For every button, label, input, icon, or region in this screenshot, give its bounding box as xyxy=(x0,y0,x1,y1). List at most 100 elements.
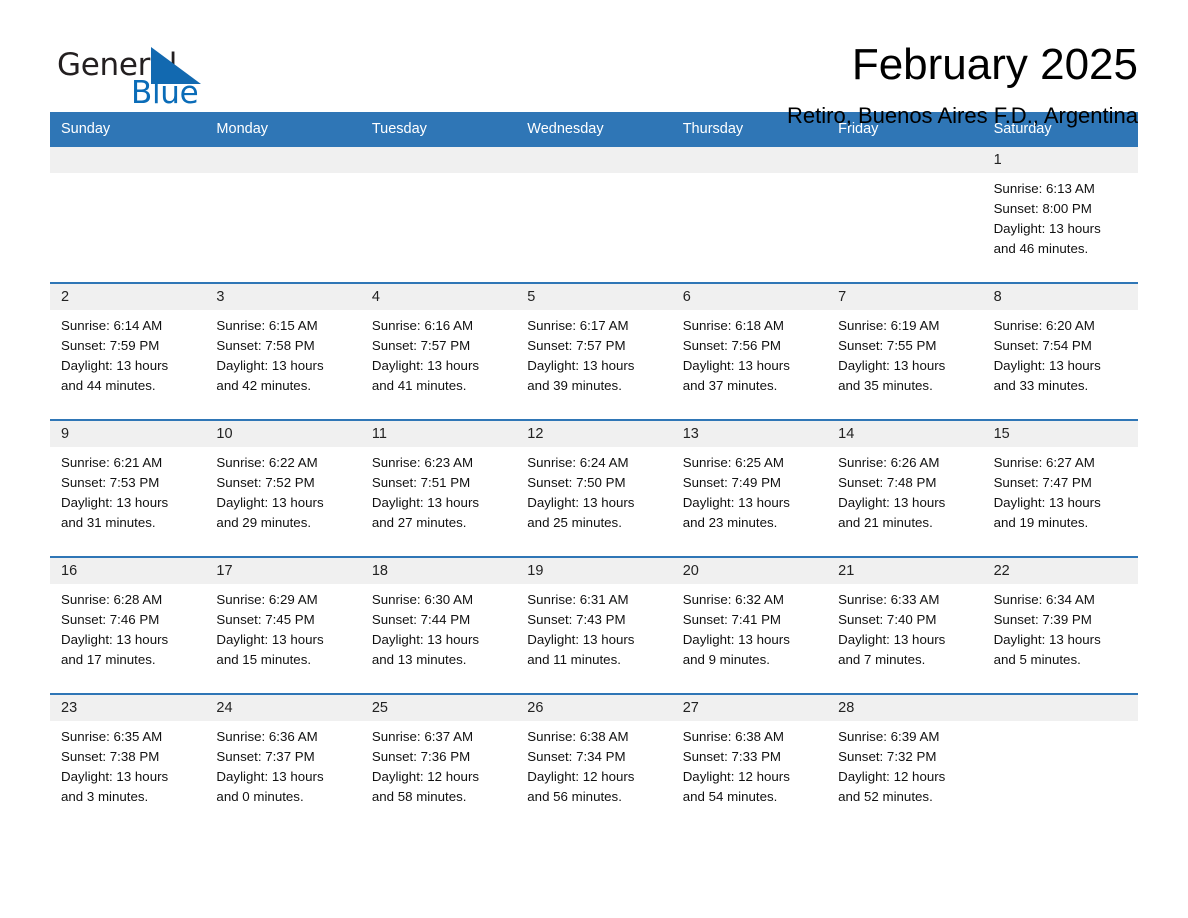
daylight-text-line2: and 33 minutes. xyxy=(993,377,1089,393)
sunrise-text: Sunrise: 6:30 AM xyxy=(371,592,474,608)
daylight-text-line1: Daylight: 13 hours xyxy=(682,631,790,647)
day-number: 15 xyxy=(982,421,1138,448)
calendar-day-cell-empty xyxy=(205,147,361,283)
sunset-text: Sunset: 7:47 PM xyxy=(993,475,1092,491)
calendar-day-cell[interactable]: 21 Sunrise: 6:33 AM Sunset: 7:40 PM Dayligh… xyxy=(827,558,983,694)
calendar-day-cell[interactable]: 16 Sunrise: 6:28 AM Sunset: 7:46 PM Dayligh… xyxy=(50,558,206,694)
calendar-day-cell[interactable]: 20 Sunrise: 6:32 AM Sunset: 7:41 PM Dayligh… xyxy=(671,558,828,694)
calendar-day-cell[interactable]: 2 Sunrise: 6:14 AM Sunset: 7:59 PM Daylight… xyxy=(50,284,206,420)
sunrise-text: Sunrise: 6:14 AM xyxy=(61,318,163,334)
sunset-text: Sunset: 7:45 PM xyxy=(216,612,315,628)
calendar-day-cell[interactable]: 28 Sunrise: 6:39 AM Sunset: 7:32 PM Dayligh… xyxy=(827,695,983,831)
day-sun-info: Sunrise: 6:20 AM Sunset: 7:54 PM Daylight:… xyxy=(983,310,1138,395)
calendar-day-cell-empty xyxy=(982,695,1138,831)
calendar-day-cell[interactable]: 12 Sunrise: 6:24 AM Sunset: 7:50 PM Dayligh… xyxy=(516,421,672,557)
sunset-text: Sunset: 7:48 PM xyxy=(838,475,937,491)
calendar-day-cell[interactable]: 7 Sunrise: 6:19 AM Sunset: 7:55 PM Daylight… xyxy=(827,284,983,420)
daylight-text-line1: Daylight: 13 hours xyxy=(527,631,635,647)
calendar-day-cell[interactable]: 24 Sunrise: 6:36 AM Sunset: 7:37 PM Dayligh… xyxy=(205,695,361,831)
calendar-day-cell[interactable]: 3 Sunrise: 6:15 AM Sunset: 7:58 PM Daylight… xyxy=(205,284,361,420)
calendar-day-cell[interactable]: 18 Sunrise: 6:30 AM Sunset: 7:44 PM Dayligh… xyxy=(360,558,517,694)
calendar-day-cell[interactable]: 13 Sunrise: 6:25 AM Sunset: 7:49 PM Dayligh… xyxy=(671,421,828,557)
calendar-day-cell[interactable]: 10 Sunrise: 6:22 AM Sunset: 7:52 PM Dayligh… xyxy=(205,421,361,557)
calendar-day-cell[interactable]: 14 Sunrise: 6:26 AM Sunset: 7:48 PM Dayligh… xyxy=(827,421,983,557)
day-sun-info: Sunrise: 6:39 AM Sunset: 7:32 PM Daylight:… xyxy=(827,721,982,806)
day-number: 3 xyxy=(205,284,361,311)
sunrise-text: Sunrise: 6:20 AM xyxy=(993,318,1095,334)
calendar-day-cell[interactable]: 26 Sunrise: 6:38 AM Sunset: 7:34 PM Dayligh… xyxy=(516,695,672,831)
day-sun-info: Sunrise: 6:25 AM Sunset: 7:49 PM Daylight:… xyxy=(672,447,827,532)
day-sun-info: Sunrise: 6:22 AM Sunset: 7:52 PM Daylight:… xyxy=(205,447,360,532)
sunset-text: Sunset: 7:55 PM xyxy=(838,338,937,354)
daylight-text-line2: and 29 minutes. xyxy=(216,514,312,530)
sunrise-text: Sunrise: 6:31 AM xyxy=(527,592,629,608)
day-sun-info: Sunrise: 6:34 AM Sunset: 7:39 PM Daylight:… xyxy=(983,584,1138,669)
sunset-text: Sunset: 7:37 PM xyxy=(216,749,315,765)
sunset-text: Sunset: 7:58 PM xyxy=(216,338,315,354)
calendar-weeks: 1 Sunrise: 6:13 AM Sunset: 8:00 PM Daylight… xyxy=(50,147,1138,831)
calendar-day-cell[interactable]: 17 Sunrise: 6:29 AM Sunset: 7:45 PM Dayligh… xyxy=(205,558,361,694)
general-blue-logo[interactable]: General Blue xyxy=(57,42,277,112)
daylight-text-line2: and 5 minutes. xyxy=(993,651,1081,667)
daylight-text-line1: Daylight: 13 hours xyxy=(61,768,169,784)
daylight-text-line1: Daylight: 13 hours xyxy=(216,768,324,784)
sunrise-text: Sunrise: 6:27 AM xyxy=(993,455,1095,471)
daylight-text-line1: Daylight: 13 hours xyxy=(993,220,1101,236)
sunrise-text: Sunrise: 6:17 AM xyxy=(527,318,629,334)
daylight-text-line1: Daylight: 12 hours xyxy=(838,768,946,784)
daylight-text-line2: and 46 minutes. xyxy=(993,240,1089,256)
sunset-text: Sunset: 7:59 PM xyxy=(61,338,160,354)
day-number: 1 xyxy=(982,147,1138,174)
calendar-day-cell[interactable]: 27 Sunrise: 6:38 AM Sunset: 7:33 PM Dayligh… xyxy=(671,695,828,831)
sunset-text: Sunset: 7:44 PM xyxy=(371,612,471,628)
day-number: 23 xyxy=(50,695,206,722)
sunset-text: Sunset: 7:33 PM xyxy=(682,749,782,765)
page-header: General Blue February 2025 Retiro, Bueno… xyxy=(0,0,1188,128)
calendar-day-cell[interactable]: 23 Sunrise: 6:35 AM Sunset: 7:38 PM Dayligh… xyxy=(50,695,206,831)
daylight-text-line2: and 9 minutes. xyxy=(682,651,770,667)
sunset-text: Sunset: 7:51 PM xyxy=(371,475,471,491)
logo-text-blue: Blue xyxy=(131,75,199,111)
weekday-header-sunday: Sunday xyxy=(61,121,111,137)
daylight-text-line2: and 3 minutes. xyxy=(61,788,149,804)
sunrise-text: Sunrise: 6:36 AM xyxy=(216,729,318,745)
sunset-text: Sunset: 7:40 PM xyxy=(838,612,937,628)
day-sun-info: Sunrise: 6:27 AM Sunset: 7:47 PM Daylight:… xyxy=(983,447,1138,532)
daylight-text-line2: and 13 minutes. xyxy=(371,651,467,667)
calendar-day-cell[interactable]: 22 Sunrise: 6:34 AM Sunset: 7:39 PM Dayligh… xyxy=(982,558,1138,694)
daylight-text-line1: Daylight: 13 hours xyxy=(838,631,946,647)
calendar-day-cell[interactable]: 6 Sunrise: 6:18 AM Sunset: 7:56 PM Daylight… xyxy=(671,284,828,420)
calendar-day-cell[interactable]: 15 Sunrise: 6:27 AM Sunset: 7:47 PM Dayligh… xyxy=(982,421,1138,557)
daylight-text-line2: and 25 minutes. xyxy=(527,514,622,530)
day-sun-info: Sunrise: 6:33 AM Sunset: 7:40 PM Daylight:… xyxy=(827,584,982,669)
sunset-text: Sunset: 7:56 PM xyxy=(682,338,782,354)
calendar-day-cell[interactable]: 8 Sunrise: 6:20 AM Sunset: 7:54 PM Daylight… xyxy=(982,284,1138,420)
calendar-day-cell[interactable]: 11 Sunrise: 6:23 AM Sunset: 7:51 PM Dayligh… xyxy=(360,421,517,557)
calendar-day-cell[interactable]: 4 Sunrise: 6:16 AM Sunset: 7:57 PM Daylight… xyxy=(360,284,517,420)
daylight-text-line1: Daylight: 12 hours xyxy=(371,768,480,784)
daylight-text-line2: and 41 minutes. xyxy=(371,377,467,393)
calendar-day-cell[interactable]: 1 Sunrise: 6:13 AM Sunset: 8:00 PM Daylight… xyxy=(982,147,1138,283)
calendar-day-cell-empty xyxy=(671,147,828,283)
daylight-text-line2: and 44 minutes. xyxy=(61,377,156,393)
day-sun-info: Sunrise: 6:24 AM Sunset: 7:50 PM Daylight:… xyxy=(516,447,671,532)
day-number: 9 xyxy=(50,421,206,448)
daylight-text-line2: and 7 minutes. xyxy=(838,651,926,667)
calendar-day-cell[interactable]: 19 Sunrise: 6:31 AM Sunset: 7:43 PM Dayligh… xyxy=(516,558,672,694)
calendar-day-cell[interactable]: 25 Sunrise: 6:37 AM Sunset: 7:36 PM Dayligh… xyxy=(360,695,517,831)
day-number: 17 xyxy=(205,558,361,585)
calendar-day-cell[interactable]: 9 Sunrise: 6:21 AM Sunset: 7:53 PM Daylight… xyxy=(50,421,206,557)
daylight-text-line1: Daylight: 13 hours xyxy=(993,631,1101,647)
location-subtitle: Retiro, Buenos Aires F.D., Argentina xyxy=(787,103,1138,129)
daylight-text-line1: Daylight: 13 hours xyxy=(216,631,324,647)
daylight-text-line1: Daylight: 13 hours xyxy=(61,631,169,647)
sunrise-text: Sunrise: 6:39 AM xyxy=(838,729,940,745)
daylight-text-line1: Daylight: 12 hours xyxy=(682,768,790,784)
daylight-text-line2: and 17 minutes. xyxy=(61,651,156,667)
page-title: February 2025 xyxy=(851,40,1138,89)
sunrise-text: Sunrise: 6:26 AM xyxy=(838,455,940,471)
day-number: 10 xyxy=(205,421,361,448)
sunset-text: Sunset: 7:53 PM xyxy=(61,475,160,491)
day-sun-info: Sunrise: 6:32 AM Sunset: 7:41 PM Daylight:… xyxy=(672,584,827,669)
calendar-day-cell[interactable]: 5 Sunrise: 6:17 AM Sunset: 7:57 PM Daylight… xyxy=(516,284,672,420)
